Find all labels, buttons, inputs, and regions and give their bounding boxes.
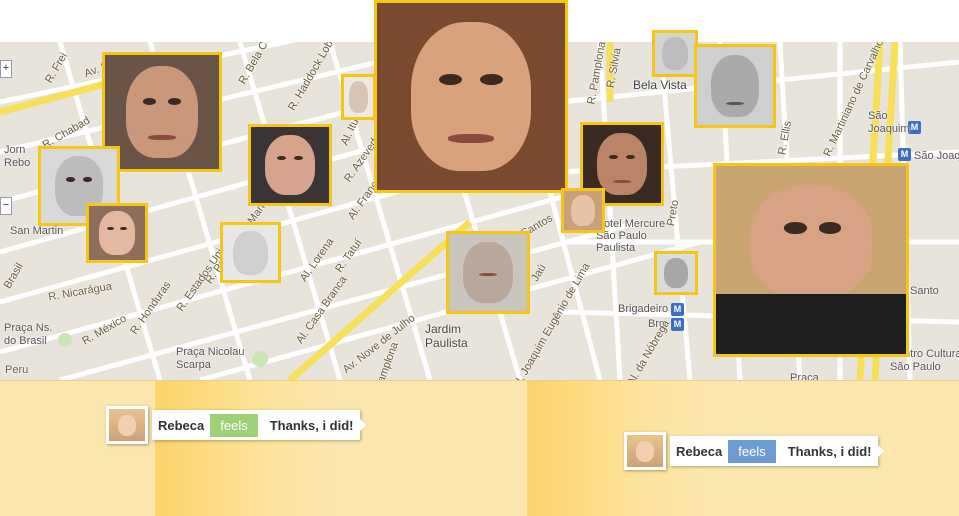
feed-post[interactable]: Rebeca feels Thanks, i did! (106, 406, 366, 444)
post-author[interactable]: Rebeca (670, 444, 728, 459)
post-author[interactable]: Rebeca (152, 418, 210, 433)
photo-marker[interactable] (341, 74, 376, 120)
metro-icon: M (898, 148, 911, 161)
road-label: Peru (5, 364, 29, 376)
zoom-out-button[interactable]: − (0, 197, 12, 215)
post-text: Thanks, i did! (787, 443, 872, 459)
map-label-jorn-rebo: Jorn Rebo (4, 144, 31, 169)
photo-marker[interactable] (248, 124, 332, 206)
timeline-band (155, 381, 335, 516)
photo-marker[interactable] (654, 251, 698, 295)
zoom-in-button[interactable]: + (0, 60, 12, 78)
feed-post[interactable]: Rebeca feels Thanks, i did! (624, 432, 884, 470)
metro-icon: M (671, 318, 684, 331)
map-label-praca-nicolau: Praça Nicolau Scarpa (176, 346, 245, 371)
photo-marker[interactable] (561, 188, 605, 233)
photo-marker[interactable] (220, 222, 281, 283)
photo-marker[interactable] (374, 0, 568, 193)
post-bubble: Rebeca feels Thanks, i did! (670, 436, 884, 466)
post-mood-badge: feels (210, 413, 258, 437)
photo-marker[interactable] (694, 44, 776, 128)
post-text: Thanks, i did! (269, 417, 354, 433)
map-label-sao-joaquim: São Joaquim (868, 110, 910, 135)
avatar[interactable] (106, 406, 148, 444)
metro-icon: M (671, 303, 684, 316)
map-label-santo: Santo (910, 285, 939, 297)
photo-marker[interactable] (102, 52, 222, 172)
photo-marker[interactable] (652, 30, 698, 77)
photo-marker[interactable] (446, 231, 530, 314)
map-label-sao-joaquim-2: São Joaquim (914, 150, 959, 162)
photo-marker[interactable] (713, 163, 909, 357)
map-label-jardim-paulista: Jardim Paulista (425, 322, 468, 350)
map-label-praca: Praça (790, 372, 819, 380)
map-label-san-martin: San Martin (10, 225, 64, 237)
map-label-praca-brasil: Praça Ns. do Brasil (4, 322, 53, 347)
post-bubble: Rebeca feels Thanks, i did! (152, 410, 366, 440)
activity-feed: Rebeca feels Thanks, i did! Rebeca feels… (0, 380, 959, 516)
avatar[interactable] (624, 432, 666, 470)
map-label-bela-vista: Bela Vista (633, 78, 687, 92)
photo-marker[interactable] (86, 203, 148, 263)
map-label-brigadeiro: Brigadeiro (618, 303, 669, 315)
post-mood-badge: feels (728, 439, 776, 463)
map-label-hotel: Hotel Mercure São Paulo Paulista (596, 218, 666, 254)
